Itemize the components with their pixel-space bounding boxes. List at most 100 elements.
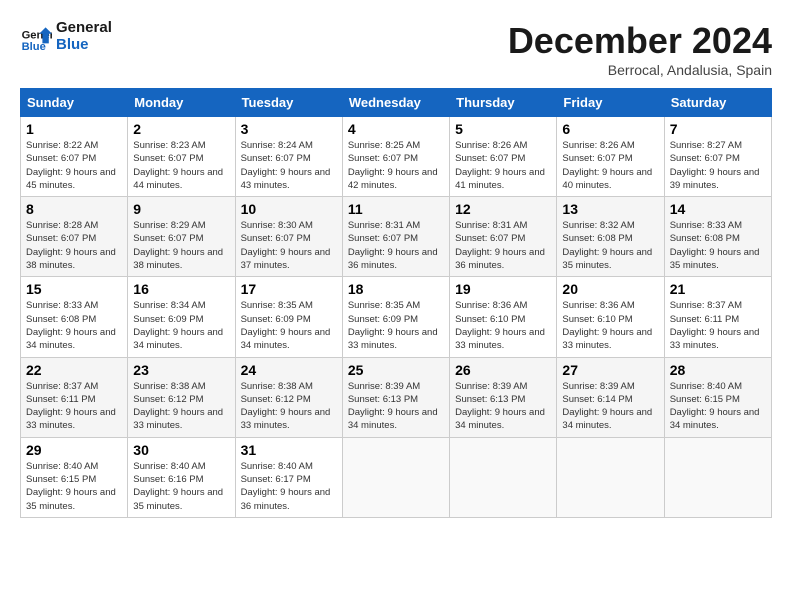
day-info: Sunrise: 8:26 AMSunset: 6:07 PMDaylight:… [562, 139, 658, 192]
calendar-cell [664, 437, 771, 517]
calendar-cell: 10 Sunrise: 8:30 AMSunset: 6:07 PMDayligh… [235, 197, 342, 277]
calendar-week-2: 8Sunrise: 8:28 AMSunset: 6:07 PMDaylight… [21, 197, 772, 277]
day-info: Sunrise: 8:36 AMSunset: 6:10 PMDaylight:… [562, 299, 658, 352]
day-number: 10 [241, 201, 337, 217]
day-info: Sunrise: 8:38 AMSunset: 6:12 PMDaylight:… [241, 380, 337, 433]
calendar-cell [557, 437, 664, 517]
day-number: 9 [133, 201, 229, 217]
weekday-header-friday: Friday [557, 89, 664, 117]
day-info: Sunrise: 8:40 AMSunset: 6:15 PMDaylight:… [26, 460, 122, 513]
calendar-cell: 27 Sunrise: 8:39 AMSunset: 6:14 PMDayligh… [557, 357, 664, 437]
calendar-cell: 7 Sunrise: 8:27 AMSunset: 6:07 PMDaylight… [664, 117, 771, 197]
calendar-cell: 16 Sunrise: 8:34 AMSunset: 6:09 PMDayligh… [128, 277, 235, 357]
calendar-cell: 3 Sunrise: 8:24 AMSunset: 6:07 PMDaylight… [235, 117, 342, 197]
day-number: 23 [133, 362, 229, 378]
weekday-header-saturday: Saturday [664, 89, 771, 117]
calendar-table: SundayMondayTuesdayWednesdayThursdayFrid… [20, 88, 772, 518]
logo-icon: General Blue [20, 21, 52, 53]
day-number: 19 [455, 281, 551, 297]
logo-line2: Blue [56, 37, 112, 54]
day-info: Sunrise: 8:37 AMSunset: 6:11 PMDaylight:… [670, 299, 766, 352]
day-info: Sunrise: 8:33 AMSunset: 6:08 PMDaylight:… [26, 299, 122, 352]
title-area: December 2024 Berrocal, Andalusia, Spain [508, 20, 772, 78]
day-number: 11 [348, 201, 444, 217]
logo: General Blue General Blue [20, 20, 112, 53]
location-subtitle: Berrocal, Andalusia, Spain [508, 62, 772, 78]
day-number: 21 [670, 281, 766, 297]
svg-text:Blue: Blue [22, 40, 46, 52]
day-info: Sunrise: 8:35 AMSunset: 6:09 PMDaylight:… [348, 299, 444, 352]
day-number: 26 [455, 362, 551, 378]
logo-line1: General [56, 20, 112, 37]
calendar-week-5: 29 Sunrise: 8:40 AMSunset: 6:15 PMDayligh… [21, 437, 772, 517]
day-info: Sunrise: 8:24 AMSunset: 6:07 PMDaylight:… [241, 139, 337, 192]
day-info: Sunrise: 8:26 AMSunset: 6:07 PMDaylight:… [455, 139, 551, 192]
calendar-cell: 25Sunrise: 8:39 AMSunset: 6:13 PMDayligh… [342, 357, 449, 437]
day-number: 4 [348, 121, 444, 137]
calendar-cell: 20 Sunrise: 8:36 AMSunset: 6:10 PMDayligh… [557, 277, 664, 357]
day-number: 31 [241, 442, 337, 458]
day-number: 17 [241, 281, 337, 297]
day-number: 3 [241, 121, 337, 137]
calendar-cell: 8Sunrise: 8:28 AMSunset: 6:07 PMDaylight… [21, 197, 128, 277]
day-info: Sunrise: 8:33 AMSunset: 6:08 PMDaylight:… [670, 219, 766, 272]
calendar-cell: 14Sunrise: 8:33 AMSunset: 6:08 PMDayligh… [664, 197, 771, 277]
calendar-cell: 6 Sunrise: 8:26 AMSunset: 6:07 PMDaylight… [557, 117, 664, 197]
calendar-cell: 12Sunrise: 8:31 AMSunset: 6:07 PMDayligh… [450, 197, 557, 277]
day-info: Sunrise: 8:30 AMSunset: 6:07 PMDaylight:… [241, 219, 337, 272]
day-info: Sunrise: 8:35 AMSunset: 6:09 PMDaylight:… [241, 299, 337, 352]
day-info: Sunrise: 8:25 AMSunset: 6:07 PMDaylight:… [348, 139, 444, 192]
calendar-cell: 29 Sunrise: 8:40 AMSunset: 6:15 PMDayligh… [21, 437, 128, 517]
day-info: Sunrise: 8:27 AMSunset: 6:07 PMDaylight:… [670, 139, 766, 192]
calendar-cell: 17 Sunrise: 8:35 AMSunset: 6:09 PMDayligh… [235, 277, 342, 357]
day-info: Sunrise: 8:28 AMSunset: 6:07 PMDaylight:… [26, 219, 122, 272]
day-info: Sunrise: 8:31 AMSunset: 6:07 PMDaylight:… [348, 219, 444, 272]
calendar-cell: 11 Sunrise: 8:31 AMSunset: 6:07 PMDayligh… [342, 197, 449, 277]
calendar-cell: 4 Sunrise: 8:25 AMSunset: 6:07 PMDaylight… [342, 117, 449, 197]
day-number: 7 [670, 121, 766, 137]
month-title: December 2024 [508, 20, 772, 62]
calendar-cell: 23 Sunrise: 8:38 AMSunset: 6:12 PMDayligh… [128, 357, 235, 437]
calendar-cell: 18Sunrise: 8:35 AMSunset: 6:09 PMDayligh… [342, 277, 449, 357]
day-number: 6 [562, 121, 658, 137]
calendar-cell: 1 Sunrise: 8:22 AMSunset: 6:07 PMDaylight… [21, 117, 128, 197]
day-number: 16 [133, 281, 229, 297]
calendar-cell [342, 437, 449, 517]
day-number: 20 [562, 281, 658, 297]
day-info: Sunrise: 8:39 AMSunset: 6:14 PMDaylight:… [562, 380, 658, 433]
day-number: 5 [455, 121, 551, 137]
day-number: 1 [26, 121, 122, 137]
day-number: 30 [133, 442, 229, 458]
calendar-cell: 24 Sunrise: 8:38 AMSunset: 6:12 PMDayligh… [235, 357, 342, 437]
day-info: Sunrise: 8:32 AMSunset: 6:08 PMDaylight:… [562, 219, 658, 272]
day-number: 27 [562, 362, 658, 378]
weekday-header-wednesday: Wednesday [342, 89, 449, 117]
day-info: Sunrise: 8:29 AMSunset: 6:07 PMDaylight:… [133, 219, 229, 272]
calendar-cell: 26Sunrise: 8:39 AMSunset: 6:13 PMDayligh… [450, 357, 557, 437]
day-info: Sunrise: 8:39 AMSunset: 6:13 PMDaylight:… [348, 380, 444, 433]
day-number: 29 [26, 442, 122, 458]
calendar-week-1: 1 Sunrise: 8:22 AMSunset: 6:07 PMDaylight… [21, 117, 772, 197]
day-info: Sunrise: 8:22 AMSunset: 6:07 PMDaylight:… [26, 139, 122, 192]
day-number: 15 [26, 281, 122, 297]
calendar-cell: 21 Sunrise: 8:37 AMSunset: 6:11 PMDayligh… [664, 277, 771, 357]
weekday-header-monday: Monday [128, 89, 235, 117]
day-info: Sunrise: 8:34 AMSunset: 6:09 PMDaylight:… [133, 299, 229, 352]
weekday-header-row: SundayMondayTuesdayWednesdayThursdayFrid… [21, 89, 772, 117]
day-number: 24 [241, 362, 337, 378]
day-info: Sunrise: 8:23 AMSunset: 6:07 PMDaylight:… [133, 139, 229, 192]
calendar-cell: 30 Sunrise: 8:40 AMSunset: 6:16 PMDayligh… [128, 437, 235, 517]
calendar-cell: 2Sunrise: 8:23 AMSunset: 6:07 PMDaylight… [128, 117, 235, 197]
calendar-cell: 9 Sunrise: 8:29 AMSunset: 6:07 PMDaylight… [128, 197, 235, 277]
calendar-cell: 19Sunrise: 8:36 AMSunset: 6:10 PMDayligh… [450, 277, 557, 357]
calendar-week-3: 15 Sunrise: 8:33 AMSunset: 6:08 PMDayligh… [21, 277, 772, 357]
calendar-cell [450, 437, 557, 517]
calendar-week-4: 22Sunrise: 8:37 AMSunset: 6:11 PMDayligh… [21, 357, 772, 437]
day-number: 28 [670, 362, 766, 378]
calendar-cell: 13 Sunrise: 8:32 AMSunset: 6:08 PMDayligh… [557, 197, 664, 277]
day-info: Sunrise: 8:40 AMSunset: 6:16 PMDaylight:… [133, 460, 229, 513]
day-number: 13 [562, 201, 658, 217]
day-number: 12 [455, 201, 551, 217]
calendar-cell: 28Sunrise: 8:40 AMSunset: 6:15 PMDayligh… [664, 357, 771, 437]
day-info: Sunrise: 8:38 AMSunset: 6:12 PMDaylight:… [133, 380, 229, 433]
